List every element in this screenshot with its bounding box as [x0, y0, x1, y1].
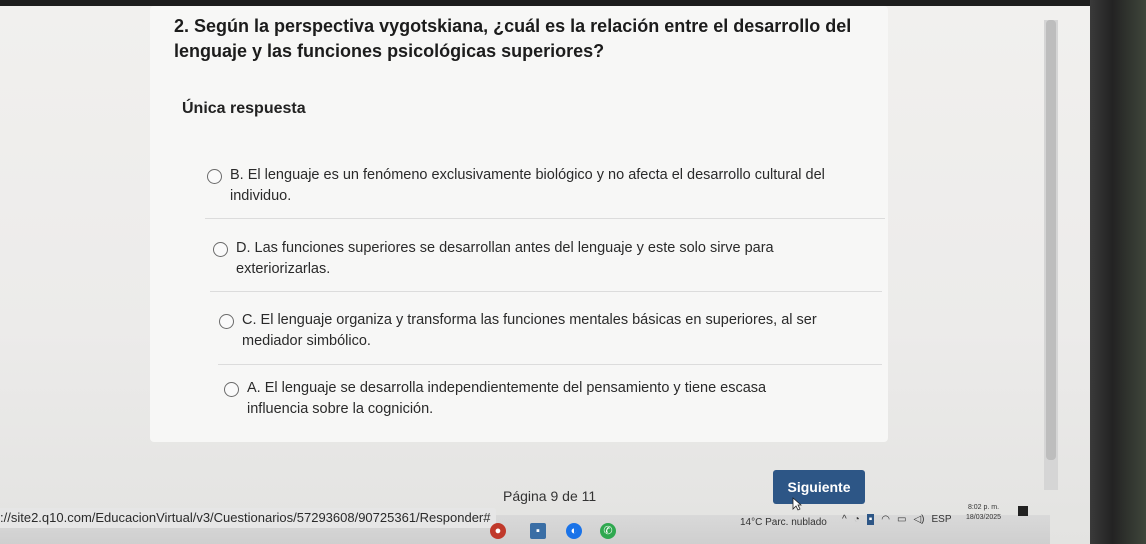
question-card — [150, 6, 888, 442]
radio-button-icon[interactable] — [219, 314, 234, 329]
battery-icon[interactable]: ▭ — [897, 514, 906, 525]
notifications-icon[interactable] — [1018, 506, 1028, 516]
option-a[interactable]: A. El lenguaje se desarrolla independien… — [224, 378, 824, 420]
wifi-icon[interactable]: ◠ — [881, 514, 890, 525]
option-c[interactable]: C. El lenguaje organiza y transforma las… — [219, 310, 859, 352]
option-b[interactable]: B. El lenguaje es un fenómeno exclusivam… — [207, 165, 847, 207]
volume-icon[interactable]: ◁) — [913, 514, 924, 525]
network-icon[interactable]: ◔ — [854, 514, 860, 525]
question-text: 2. Según la perspectiva vygotskiana, ¿cu… — [174, 16, 852, 61]
whatsapp-icon[interactable]: ✆ — [600, 523, 616, 539]
divider — [218, 364, 882, 365]
divider — [210, 291, 882, 292]
answer-type-label: Única respuesta — [182, 100, 306, 117]
app-tray-icon[interactable]: ▪ — [866, 514, 875, 525]
option-label: D. Las funciones superiores se desarroll… — [236, 240, 774, 277]
browser-icon[interactable]: ◐ — [566, 523, 582, 539]
clock-time: 8:02 p. m. — [967, 504, 1000, 511]
clock-date: 18/03/2025 — [966, 514, 1002, 521]
page-indicator: Página 9 de 11 — [503, 488, 597, 504]
system-tray: ^ ◔ ▪ ◠ ▭ ◁) ESP — [842, 514, 952, 525]
monitor-edge — [1090, 0, 1146, 544]
chrome-icon[interactable]: ● — [490, 523, 506, 539]
option-label: B. El lenguaje es un fenómeno exclusivam… — [230, 167, 825, 204]
radio-button-icon[interactable] — [224, 382, 239, 397]
next-button[interactable]: Siguiente — [773, 470, 865, 504]
radio-button-icon[interactable] — [207, 169, 222, 184]
option-label: C. El lenguaje organiza y transforma las… — [242, 312, 817, 349]
divider — [205, 218, 885, 219]
status-url: ://site2.q10.com/EducacionVirtual/v3/Cue… — [0, 508, 497, 528]
option-label: A. El lenguaje se desarrolla independien… — [247, 380, 767, 417]
mouse-cursor-icon — [792, 497, 802, 511]
clock[interactable]: 8:02 p. m. 18/03/2025 — [966, 503, 1001, 523]
weather-widget[interactable]: 14°C Parc. nublado — [740, 517, 827, 528]
option-d[interactable]: D. Las funciones superiores se desarroll… — [213, 238, 853, 280]
store-icon[interactable]: ▪ — [530, 523, 546, 539]
radio-button-icon[interactable] — [213, 242, 228, 257]
scrollbar-thumb[interactable] — [1046, 20, 1056, 460]
chevron-up-icon[interactable]: ^ — [842, 514, 847, 525]
language-indicator[interactable]: ESP — [932, 514, 952, 525]
